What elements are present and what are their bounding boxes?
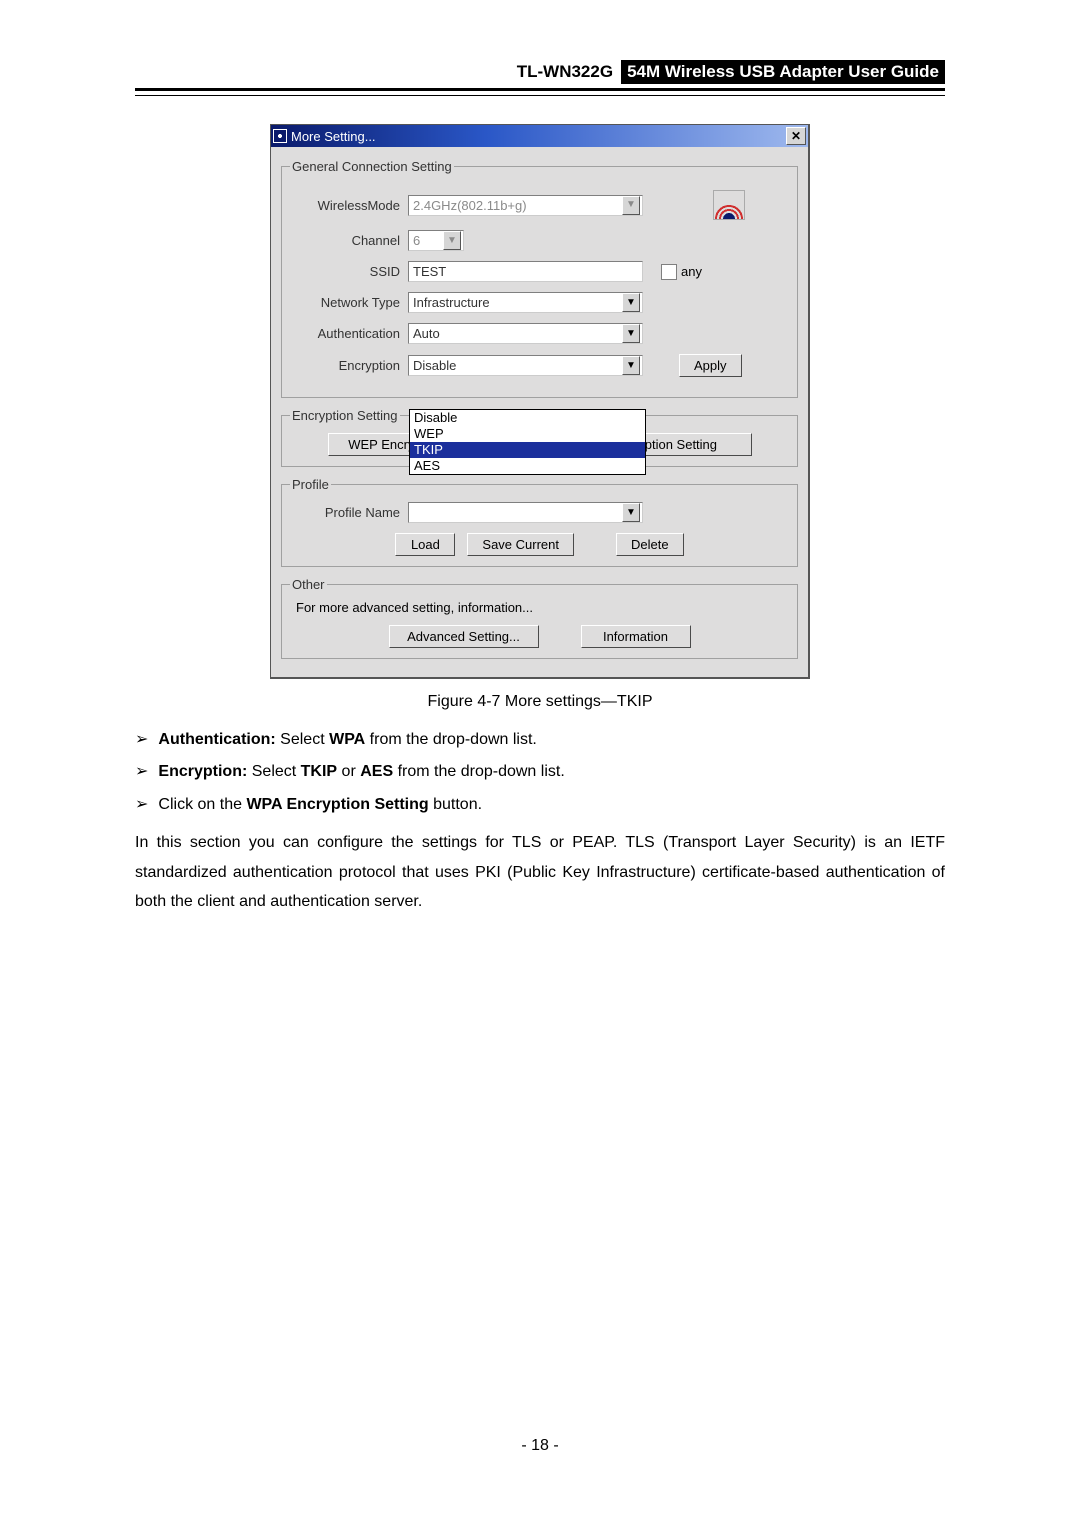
close-button[interactable]: ✕ xyxy=(786,127,806,145)
profile-group: Profile Profile Name ▼ Load Save Current… xyxy=(281,477,798,567)
bullet-authentication: ➢ Authentication: Select WPA from the dr… xyxy=(135,729,945,751)
network-type-dropdown[interactable]: Infrastructure ▼ xyxy=(408,292,643,313)
save-current-button[interactable]: Save Current xyxy=(467,533,574,556)
text: or xyxy=(337,763,360,780)
dialog-titlebar: More Setting... ✕ xyxy=(271,125,808,147)
encryption-setting-legend: Encryption Setting xyxy=(290,408,400,423)
other-group: Other For more advanced setting, informa… xyxy=(281,577,798,659)
text: Encryption: xyxy=(158,763,247,780)
label-wireless-mode: WirelessMode xyxy=(290,198,408,213)
authentication-value: Auto xyxy=(413,326,440,341)
chevron-down-icon: ▼ xyxy=(443,231,461,250)
wireless-mode-value: 2.4GHz(802.11b+g) xyxy=(413,198,527,213)
text: button. xyxy=(429,796,482,813)
label-ssid: SSID xyxy=(290,264,408,279)
encryption-option-wep[interactable]: WEP xyxy=(410,426,645,442)
label-channel: Channel xyxy=(290,233,408,248)
advanced-setting-button[interactable]: Advanced Setting... xyxy=(389,625,539,648)
bullet-encryption: ➢ Encryption: Select TKIP or AES from th… xyxy=(135,761,945,783)
wireless-mode-dropdown[interactable]: 2.4GHz(802.11b+g) ▼ xyxy=(408,195,643,216)
header-model: TL-WN322G xyxy=(517,62,621,82)
label-profile-name: Profile Name xyxy=(290,505,408,520)
body-paragraph: In this section you can configure the se… xyxy=(135,828,945,917)
other-legend: Other xyxy=(290,577,327,592)
apply-button[interactable]: Apply xyxy=(679,354,742,377)
text: WPA Encryption Setting xyxy=(246,796,428,813)
header-title: 54M Wireless USB Adapter User Guide xyxy=(621,60,945,84)
label-encryption: Encryption xyxy=(290,358,408,373)
label-any: any xyxy=(681,264,702,279)
text: Authentication: xyxy=(158,731,275,748)
chevron-down-icon: ▼ xyxy=(622,196,640,215)
other-desc: For more advanced setting, information..… xyxy=(296,600,789,615)
bullet-arrow-icon: ➢ xyxy=(135,761,148,783)
delete-button[interactable]: Delete xyxy=(616,533,684,556)
information-button[interactable]: Information xyxy=(581,625,691,648)
general-legend: General Connection Setting xyxy=(290,159,454,174)
text: from the drop-down list. xyxy=(393,763,565,780)
channel-value: 6 xyxy=(413,233,420,248)
chevron-down-icon: ▼ xyxy=(622,503,640,522)
text: TKIP xyxy=(301,763,337,780)
text: Select xyxy=(247,763,300,780)
chevron-down-icon: ▼ xyxy=(622,324,640,343)
load-button[interactable]: Load xyxy=(395,533,455,556)
header-rule-thin xyxy=(135,95,945,96)
text: AES xyxy=(360,763,393,780)
ssid-value: TEST xyxy=(413,264,446,279)
profile-legend: Profile xyxy=(290,477,331,492)
ssid-input[interactable]: TEST xyxy=(408,261,643,282)
encryption-option-aes[interactable]: AES xyxy=(410,458,645,474)
encryption-value: Disable xyxy=(413,358,456,373)
bullet-arrow-icon: ➢ xyxy=(135,729,148,751)
figure-caption: Figure 4-7 More settings—TKIP xyxy=(135,693,945,711)
any-checkbox[interactable] xyxy=(661,264,677,280)
chevron-down-icon: ▼ xyxy=(622,293,640,312)
encryption-dropdown[interactable]: Disable ▼ xyxy=(408,355,643,376)
bullet-wpa-button: ➢ Click on the WPA Encryption Setting bu… xyxy=(135,794,945,816)
network-type-value: Infrastructure xyxy=(413,295,490,310)
label-authentication: Authentication xyxy=(290,326,408,341)
wifi-icon xyxy=(713,190,745,220)
window-icon xyxy=(273,129,287,143)
page-number: - 18 - xyxy=(135,1437,945,1455)
chevron-down-icon: ▼ xyxy=(622,356,640,375)
channel-dropdown[interactable]: 6 ▼ xyxy=(408,230,464,251)
dialog-title: More Setting... xyxy=(291,129,376,144)
profile-name-dropdown[interactable]: ▼ xyxy=(408,502,643,523)
text: from the drop-down list. xyxy=(365,731,537,748)
text: Select xyxy=(276,731,329,748)
authentication-dropdown[interactable]: Auto ▼ xyxy=(408,323,643,344)
bullet-arrow-icon: ➢ xyxy=(135,794,148,816)
label-network-type: Network Type xyxy=(290,295,408,310)
text: Click on the xyxy=(158,796,246,813)
encryption-options-list[interactable]: Disable WEP TKIP AES xyxy=(409,409,646,475)
encryption-option-disable[interactable]: Disable xyxy=(410,410,645,426)
header-rule-thick xyxy=(135,88,945,91)
general-connection-group: General Connection Setting WirelessMode … xyxy=(281,159,798,398)
more-setting-dialog: More Setting... ✕ General Connection Set… xyxy=(270,124,810,679)
encryption-option-tkip[interactable]: TKIP xyxy=(410,442,645,458)
text: WPA xyxy=(329,731,365,748)
